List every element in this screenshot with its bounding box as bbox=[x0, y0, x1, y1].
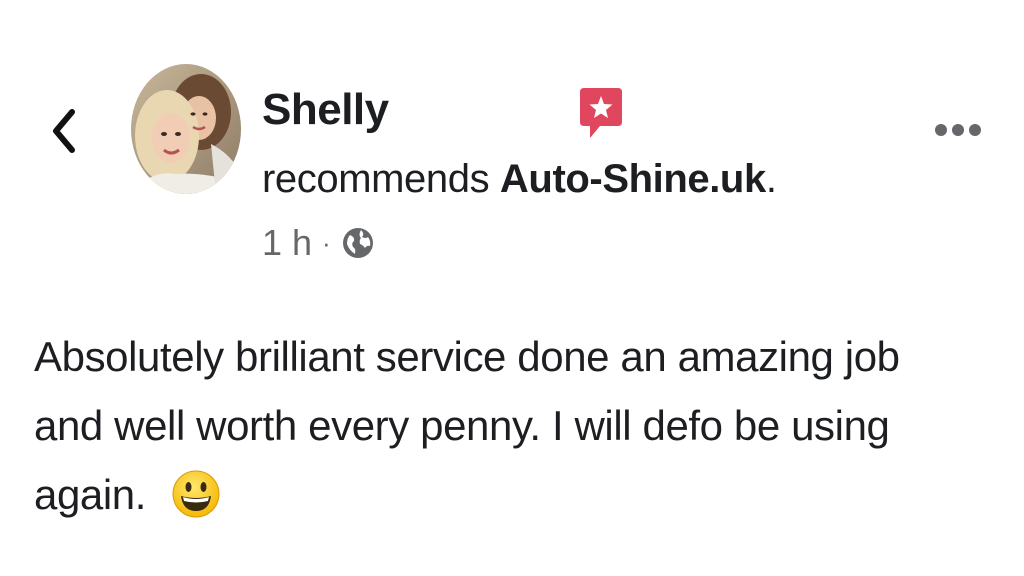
recommends-text: recommends bbox=[262, 157, 490, 201]
post-meta: 1 h · bbox=[262, 220, 375, 266]
post-timestamp[interactable]: 1 h bbox=[262, 222, 312, 264]
chevron-left-icon bbox=[53, 109, 75, 153]
author-name[interactable]: Shelly bbox=[262, 84, 389, 136]
avatar[interactable] bbox=[131, 64, 241, 194]
sentence-period: . bbox=[765, 157, 777, 201]
globe-icon[interactable] bbox=[341, 226, 375, 260]
grinning-face-emoji bbox=[172, 470, 220, 518]
recommendation-line: recommends Auto-Shine.uk. bbox=[262, 154, 777, 204]
recommendation-star-icon bbox=[578, 86, 624, 142]
post-body-text: Absolutely brilliant service done an ama… bbox=[34, 333, 900, 518]
page-link[interactable]: Auto-Shine.uk bbox=[500, 157, 766, 201]
recommendation-post: Shelly recommends Auto-Shine.uk. 1 h · A… bbox=[0, 0, 1024, 576]
profile-photo bbox=[131, 64, 241, 194]
post-body: Absolutely brilliant service done an ama… bbox=[34, 322, 974, 529]
more-options-button[interactable] bbox=[928, 110, 988, 150]
meta-separator: · bbox=[322, 227, 331, 258]
more-options-icon bbox=[935, 124, 981, 136]
back-button[interactable] bbox=[44, 100, 84, 162]
